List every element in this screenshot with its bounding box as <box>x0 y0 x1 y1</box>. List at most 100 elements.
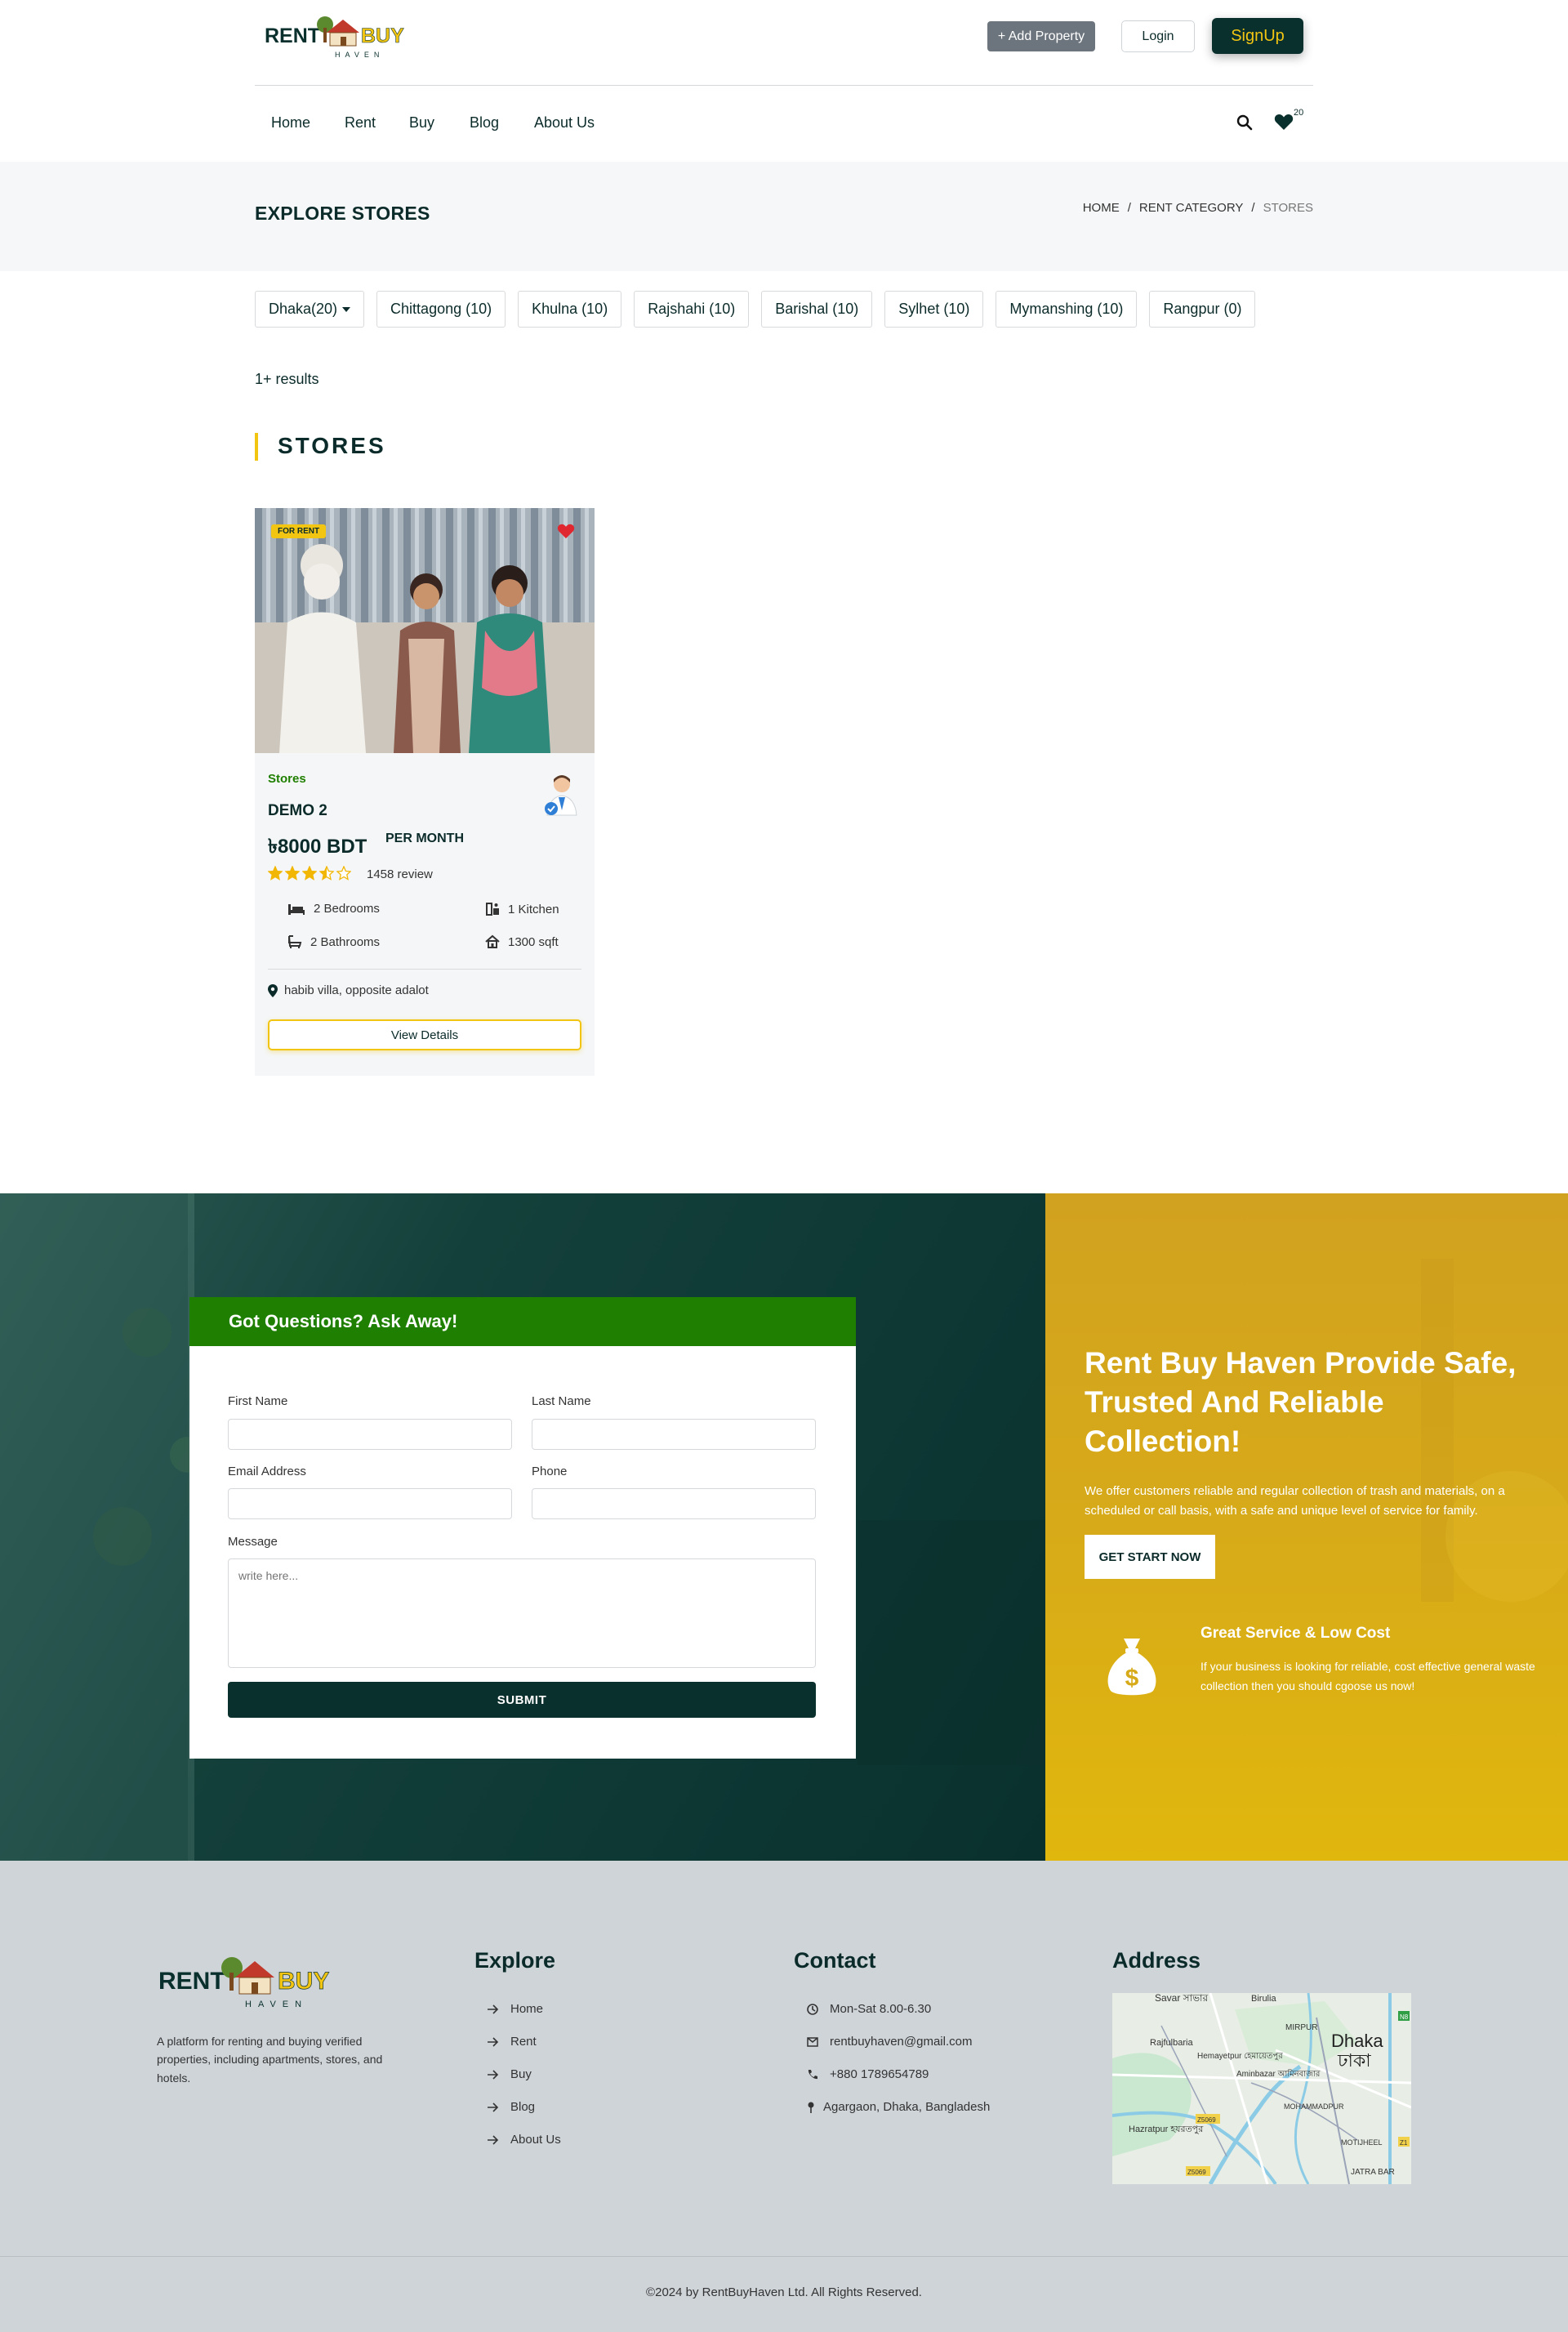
last-name-label: Last Name <box>532 1394 591 1408</box>
logo-word-left: RENT <box>158 1968 225 1995</box>
address-text: Agargaon, Dhaka, Bangladesh <box>823 2100 991 2114</box>
breadcrumb-home[interactable]: HOME <box>1083 201 1120 215</box>
footer-phone[interactable]: +880 1789654789 <box>807 2067 929 2081</box>
svg-text:$: $ <box>1125 1665 1139 1692</box>
email-label: Email Address <box>228 1465 306 1478</box>
listing-title[interactable]: DEMO 2 <box>268 802 327 820</box>
link-label: Blog <box>510 2100 536 2114</box>
card-divider <box>268 969 581 970</box>
price-period: PER MONTH <box>385 832 464 845</box>
link-label: Home <box>510 2002 544 2016</box>
first-name-input[interactable] <box>228 1419 512 1450</box>
header-divider <box>255 85 1313 86</box>
promo-background <box>1045 1193 1568 1861</box>
footer-link-rent[interactable]: Rent <box>488 2035 537 2049</box>
map-label-road: Z5069 <box>1187 2169 1206 2176</box>
map-label-mohammadpur: MOHAMMADPUR <box>1284 2102 1344 2111</box>
star-full-icon <box>302 866 317 881</box>
search-icon[interactable] <box>1236 114 1253 131</box>
phone-text: +880 1789654789 <box>830 2067 929 2081</box>
phone-icon <box>808 2069 817 2079</box>
map-label-road: N8 <box>1400 2013 1409 2021</box>
last-name-input[interactable] <box>532 1419 816 1450</box>
first-name-label: First Name <box>228 1394 288 1408</box>
for-rent-badge: FOR RENT <box>271 524 327 538</box>
footer-link-about[interactable]: About Us <box>488 2133 561 2147</box>
filter-chittagong[interactable]: Chittagong (10) <box>376 291 506 328</box>
map-label-birulia: Birulia <box>1251 1994 1276 2004</box>
feature-bathrooms: 2 Bathrooms <box>287 934 380 949</box>
filter-khulna[interactable]: Khulna (10) <box>518 291 622 328</box>
feature-bedrooms: 2 Bedrooms <box>287 902 380 916</box>
agent-avatar-icon[interactable] <box>542 773 581 818</box>
map-label-road: Z1 <box>1400 2139 1408 2147</box>
star-full-icon <box>268 866 283 881</box>
review-count[interactable]: 1458 review <box>367 867 433 881</box>
filter-sylhet[interactable]: Sylhet (10) <box>884 291 984 328</box>
footer-logo[interactable]: RENT BUY HAVEN <box>157 1948 345 2013</box>
logo-word-left: RENT <box>265 25 320 47</box>
arrow-right-icon <box>488 2069 499 2080</box>
logo-tag: HAVEN <box>245 2000 308 2009</box>
nav-blog[interactable]: Blog <box>470 114 499 132</box>
nav-about-us[interactable]: About Us <box>534 114 595 132</box>
breadcrumb: HOME / RENT CATEGORY / STORES <box>1083 201 1313 215</box>
page-title: EXPLORE STORES <box>255 203 430 224</box>
listing-location: habib villa, opposite adalot <box>268 983 429 997</box>
house-logo-icon: RENT BUY HAVEN <box>158 1957 330 2009</box>
clock-icon <box>807 2003 818 2015</box>
arrow-right-icon <box>488 2036 499 2047</box>
filter-dhaka-dropdown[interactable]: Dhaka(20) <box>255 291 365 328</box>
hours-text: Mon-Sat 8.00-6.30 <box>830 2002 932 2016</box>
city-filter-bar: Dhaka(20) Chittagong (10) Khulna (10) Ra… <box>255 291 1256 328</box>
caret-down-icon <box>342 306 351 312</box>
footer-link-buy[interactable]: Buy <box>488 2067 532 2081</box>
login-button[interactable]: Login <box>1121 20 1195 52</box>
phone-input[interactable] <box>532 1488 816 1519</box>
brand-logo[interactable]: RENT BUY HAVEN <box>263 11 410 60</box>
filter-mymanshing[interactable]: Mymanshing (10) <box>996 291 1138 328</box>
bed-icon <box>288 903 305 915</box>
kitchen-icon <box>486 903 499 916</box>
feature-label: 1 Kitchen <box>508 902 559 916</box>
submit-button[interactable]: SUBMIT <box>228 1682 816 1718</box>
nav-home[interactable]: Home <box>271 114 310 132</box>
footer-explore-heading: Explore <box>474 1948 556 1973</box>
footer-address: Agargaon, Dhaka, Bangladesh <box>807 2100 990 2114</box>
nav-rent[interactable]: Rent <box>345 114 376 132</box>
footer-email[interactable]: rentbuyhaven@gmail.com <box>807 2035 972 2049</box>
favorite-heart-icon[interactable] <box>557 523 575 539</box>
property-photo[interactable] <box>255 508 595 753</box>
arrow-right-icon <box>488 2004 499 2014</box>
filter-rangpur[interactable]: Rangpur (0) <box>1149 291 1256 328</box>
signup-button[interactable]: SignUp <box>1212 18 1303 54</box>
wishlist-count-badge: 20 <box>1294 108 1304 118</box>
filter-rajshahi[interactable]: Rajshahi (10) <box>634 291 750 328</box>
footer-link-blog[interactable]: Blog <box>488 2100 535 2114</box>
map-pin-icon <box>808 2102 814 2113</box>
breadcrumb-rent-category[interactable]: RENT CATEGORY <box>1139 201 1244 215</box>
filter-barishal[interactable]: Barishal (10) <box>761 291 873 328</box>
add-property-button[interactable]: + Add Property <box>987 21 1095 51</box>
footer-link-home[interactable]: Home <box>488 2002 543 2016</box>
map-label-rajfulbaria: Rajfulbaria <box>1150 2038 1193 2048</box>
star-half-icon <box>319 866 334 881</box>
arrow-right-icon <box>488 2134 499 2145</box>
footer-hours: Mon-Sat 8.00-6.30 <box>807 2002 931 2016</box>
breadcrumb-separator: / <box>1251 201 1255 215</box>
map-label-aminbazar: Aminbazar আমিনবাজার <box>1236 2069 1321 2079</box>
message-textarea[interactable] <box>228 1558 816 1668</box>
section-title: STORES <box>278 433 386 458</box>
view-details-button[interactable]: View Details <box>268 1019 581 1050</box>
email-input[interactable] <box>228 1488 512 1519</box>
map-label-dhaka: Dhaka <box>1331 2031 1383 2051</box>
promo-text: We offer customers reliable and regular … <box>1085 1484 1505 1518</box>
service-text: If your business is looking for reliable… <box>1200 1660 1535 1692</box>
email-text: rentbuyhaven@gmail.com <box>830 2035 973 2049</box>
get-start-button[interactable]: GET START NOW <box>1085 1535 1215 1579</box>
location-map[interactable]: Savar সাভার Birulia MIRPUR Dhaka ঢাকা Ra… <box>1112 1993 1411 2184</box>
promo-title: Rent Buy Haven Provide Safe, Trusted And… <box>1085 1346 1517 1459</box>
nav-buy[interactable]: Buy <box>409 114 434 132</box>
wishlist-heart-icon[interactable] <box>1274 113 1294 131</box>
listing-price: ৳8000 BDT <box>268 836 368 858</box>
